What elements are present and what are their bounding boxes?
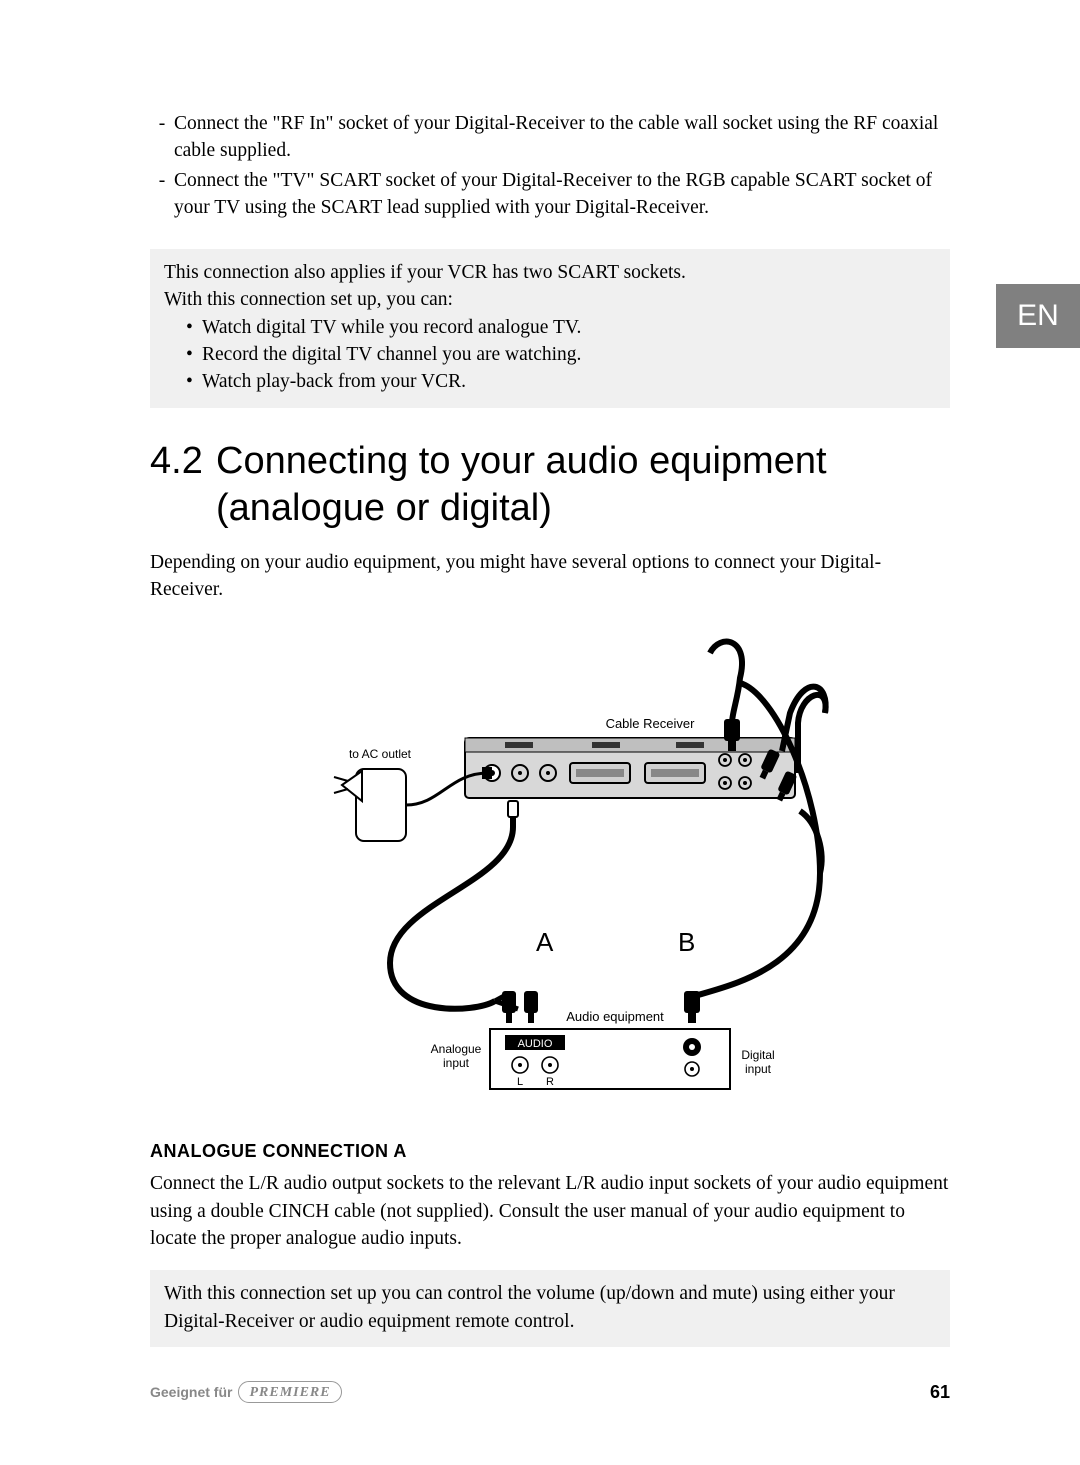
diagram-label-r: R [546,1076,554,1088]
sub-bullet: • Watch play-back from your VCR. [186,368,936,395]
top-bullet-list: - Connect the "RF In" socket of your Dig… [150,110,950,221]
bullet-item: - Connect the "TV" SCART socket of your … [150,167,950,222]
diagram-label-analogue-1: Analogue [431,1042,482,1056]
page-footer: Geeignet für PREMIERE 61 [150,1380,950,1405]
intro-paragraph: Depending on your audio equipment, you m… [150,549,950,604]
info-box-scart: This connection also applies if your VCR… [150,249,950,407]
bullet-item: - Connect the "RF In" socket of your Dig… [150,110,950,165]
bullet-text: Connect the "RF In" socket of your Digit… [174,110,950,165]
section-title: Connecting to your audio equipment (anal… [216,438,950,533]
analogue-paragraph: Connect the L/R audio output sockets to … [150,1170,950,1252]
sub-bullet: • Watch digital TV while you record anal… [186,314,936,341]
section-number: 4.2 [150,438,216,533]
premiere-badge: PREMIERE [238,1381,341,1403]
diagram-label-a: A [536,927,554,957]
diagram-label-audio-equipment: Audio equipment [566,1009,664,1024]
bullet-text: Connect the "TV" SCART socket of your Di… [174,167,950,222]
info-line: With this connection set up, you can: [164,286,936,313]
cable-a-icon [390,801,538,1023]
diagram-label-l: L [517,1076,523,1088]
sub-bullet-list: • Watch digital TV while you record anal… [186,314,936,396]
dash-icon: - [150,167,174,222]
info-box-volume: With this connection set up you can cont… [150,1270,950,1347]
diagram-label-ac-outlet: to AC outlet [349,747,412,761]
info-line: This connection also applies if your VCR… [164,259,936,286]
connection-diagram: Cable Receiver to AC outlet [270,623,830,1113]
sub-bullet-text: Watch play-back from your VCR. [202,368,466,395]
diagram-label-cable-receiver: Cable Receiver [606,716,696,731]
diagram-label-analogue-2: input [443,1056,470,1070]
dot-icon: • [186,368,202,395]
sub-bullet-text: Watch digital TV while you record analog… [202,314,581,341]
info-box-text: With this connection set up you can cont… [164,1280,936,1335]
diagram-label-b: B [678,927,695,957]
dot-icon: • [186,341,202,368]
sub-bullet-text: Record the digital TV channel you are wa… [202,341,581,368]
dot-icon: • [186,314,202,341]
footer-brand: Geeignet für PREMIERE [150,1381,342,1403]
language-tab: EN [996,284,1080,348]
diagram-label-audio: AUDIO [518,1038,553,1050]
footer-geeignet: Geeignet für [150,1383,232,1403]
diagram-label-digital-1: Digital [741,1048,774,1062]
page-number: 61 [930,1380,950,1405]
dash-icon: - [150,110,174,165]
optical-plug-top-icon [710,642,742,751]
diagram-label-digital-2: input [745,1062,772,1076]
section-heading: 4.2 Connecting to your audio equipment (… [150,438,950,533]
analogue-heading: ANALOGUE CONNECTION A [150,1139,950,1164]
sub-bullet: • Record the digital TV channel you are … [186,341,936,368]
